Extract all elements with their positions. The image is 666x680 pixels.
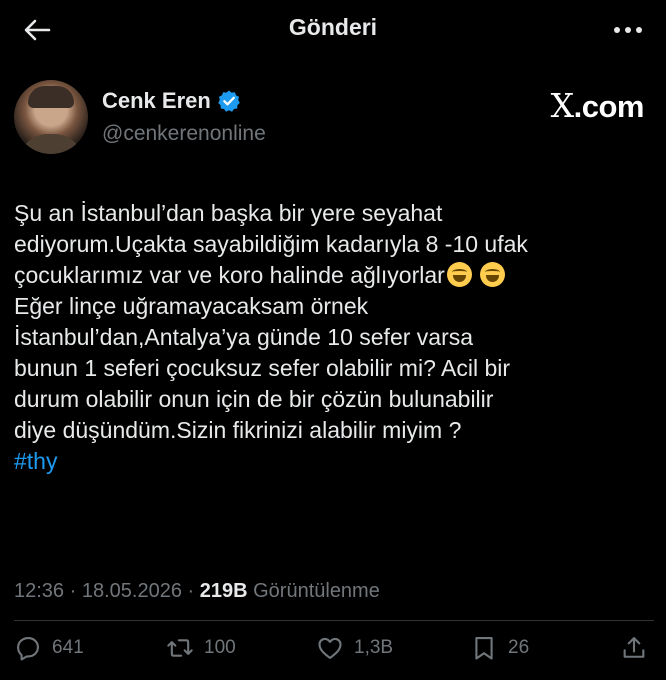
meta-separator: · [64, 580, 82, 602]
tweet-line: İstanbul’dan,Antalya’ya günde 10 sefer v… [14, 324, 474, 350]
like-count: 1,3B [354, 637, 394, 658]
tweet-line-text: çocuklarımız var ve koro halinde ağlıyor… [14, 262, 445, 288]
hashtag-link[interactable]: #thy [14, 446, 654, 477]
heart-icon [318, 637, 342, 659]
action-bar: 641 100 1,3B 26 [14, 630, 654, 670]
author-name[interactable]: Cenk Eren [102, 88, 211, 114]
divider [14, 620, 654, 621]
more-dot [625, 27, 631, 33]
share-icon [623, 637, 645, 658]
tweet-line: çocuklarımız var ve koro halinde ağlıyor… [14, 260, 654, 291]
tweet-line: bunun 1 seferi çocuksuz sefer olabilir m… [14, 355, 511, 381]
tweet-line: Şu an İstanbul’dan başka bir yere seyaha… [14, 200, 443, 226]
bookmark-count: 26 [508, 637, 530, 658]
author-name-row: Cenk Eren [102, 88, 241, 114]
like-button[interactable]: 1,3B [316, 630, 393, 666]
share-button[interactable] [620, 630, 648, 666]
tweet-line: Eğer linçe uğramayacaksam örnek [14, 293, 369, 319]
tears-of-joy-emoji-icon [446, 262, 472, 287]
watermark-domain: .com [573, 89, 645, 124]
reply-button[interactable]: 641 [14, 630, 84, 666]
avatar[interactable] [14, 80, 88, 154]
top-bar: Gönderi [0, 0, 666, 60]
avatar-shoulders [18, 134, 84, 154]
reply-count: 641 [52, 637, 84, 658]
reply-icon [17, 637, 39, 661]
x-logo-icon: X [550, 86, 575, 125]
more-horizontal-icon [614, 27, 620, 33]
more-dot [636, 27, 642, 33]
tears-of-joy-emoji-icon [480, 262, 506, 287]
repost-count: 100 [204, 637, 236, 658]
tweet-date[interactable]: 18.05.2026 [82, 580, 182, 602]
verified-badge-icon [218, 90, 240, 112]
view-count: 219B [199, 580, 248, 602]
x-com-watermark: X.com [550, 86, 645, 125]
tweet-text: Şu an İstanbul’dan başka bir yere seyaha… [14, 198, 654, 477]
page-title: Gönderi [288, 14, 378, 40]
tweet-line: durum olabilir onun için de bir çözün bu… [14, 386, 494, 412]
tweet-meta: 12:36 · 18.05.2026 · 219B Görüntülenme [14, 580, 380, 603]
tweet-line: ediyorum.Uçakta sayabildiğim kadarıyla 8… [14, 231, 528, 257]
bookmark-button[interactable]: 26 [470, 630, 529, 666]
tweet-time[interactable]: 12:36 [14, 580, 64, 602]
tweet-line: diye düşündüm.Sizin fikrinizi alabilir m… [14, 417, 462, 443]
bookmark-icon [475, 637, 493, 660]
author-handle[interactable]: @cenkerenonline [102, 122, 266, 146]
author-block: Cenk Eren @cenkerenonline X.com [14, 80, 654, 160]
repost-button[interactable]: 100 [166, 630, 236, 666]
avatar-hair [28, 86, 74, 108]
repost-icon [167, 639, 193, 657]
more-button[interactable] [608, 16, 648, 44]
view-count-label: Görüntülenme [247, 580, 380, 602]
meta-separator: · [181, 580, 200, 602]
